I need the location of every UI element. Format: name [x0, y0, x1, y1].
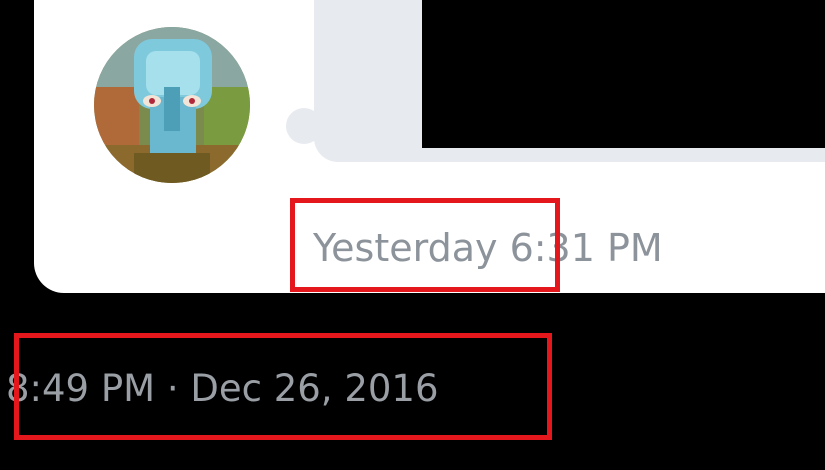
avatar-icon	[94, 27, 250, 183]
day-highlight-box	[290, 198, 560, 292]
screenshot-stage: Yesterday 6:31 PM 8:49 PM · Dec 26, 2016	[0, 0, 825, 470]
sender-avatar[interactable]	[94, 27, 250, 183]
date-highlight-box	[14, 333, 552, 440]
message-media[interactable]	[422, 0, 825, 148]
